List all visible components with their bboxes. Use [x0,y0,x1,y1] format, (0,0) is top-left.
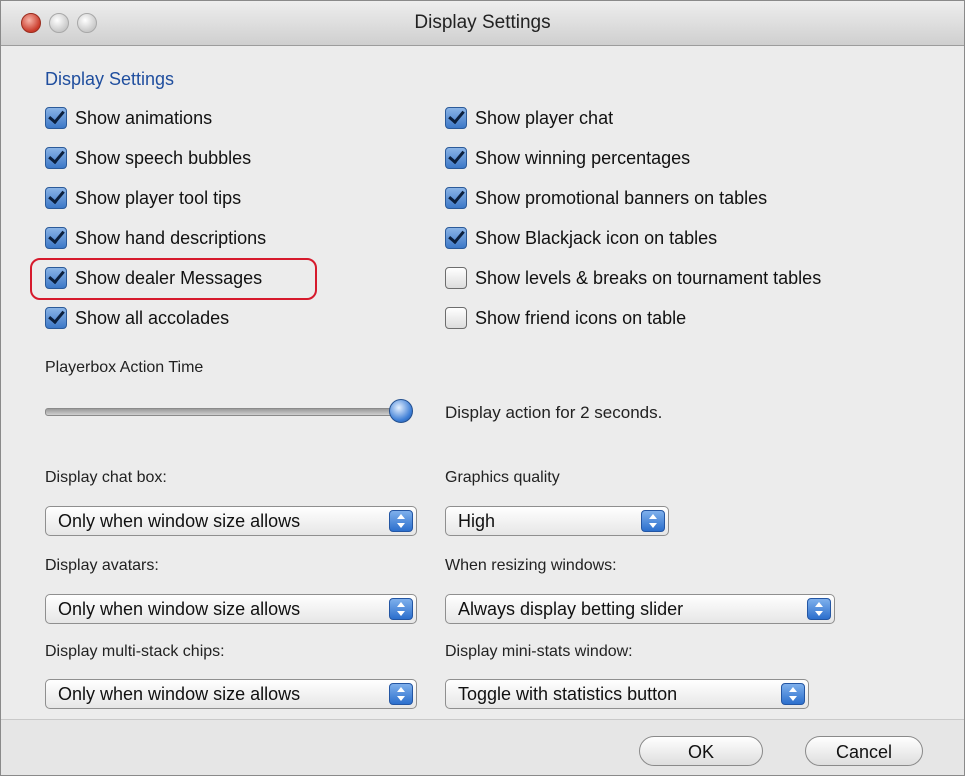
avatars-select[interactable]: Only when window size allows [45,594,417,624]
action-time-description: Display action for 2 seconds. [445,403,663,422]
select-arrows-icon[interactable] [389,510,413,532]
checkbox-label: Show levels & breaks on tournament table… [475,267,822,288]
checkbox-show-player-tool-tips[interactable]: Show player tool tips [45,184,241,212]
checkbox-label: Show all accolades [75,307,230,328]
avatars-label: Display avatars: [45,557,159,574]
checkbox-show-levels-breaks[interactable]: Show levels & breaks on tournament table… [445,264,821,292]
cancel-button[interactable]: Cancel [805,736,923,766]
checkbox-show-player-chat[interactable]: Show player chat [445,104,613,132]
graphics-quality-select[interactable]: High [445,506,669,536]
checkbox-icon[interactable] [45,227,67,249]
chat-box-select[interactable]: Only when window size allows [45,506,417,536]
checkbox-icon[interactable] [445,227,467,249]
checkbox-icon[interactable] [445,187,467,209]
select-arrows-icon[interactable] [781,683,805,705]
select-value: High [458,511,496,531]
checkbox-label: Show player chat [475,107,614,128]
checkbox-label: Show player tool tips [75,187,242,208]
mini-stats-label: Display mini-stats window: [445,643,633,660]
button-bar: OK Cancel [1,719,964,775]
action-time-label: Playerbox Action Time [45,359,204,376]
checkbox-label: Show hand descriptions [75,227,267,248]
section-title: Display Settings [45,69,175,89]
checkbox-icon[interactable] [445,107,467,129]
checkbox-show-speech-bubbles[interactable]: Show speech bubbles [45,144,251,172]
multi-stack-label: Display multi-stack chips: [45,643,225,660]
checkbox-icon[interactable] [445,307,467,329]
checkbox-icon[interactable] [45,187,67,209]
checkbox-icon[interactable] [45,147,67,169]
checkbox-label: Show speech bubbles [75,147,252,168]
chat-box-label: Display chat box: [45,469,167,486]
checkbox-show-animations[interactable]: Show animations [45,104,212,132]
select-value: Only when window size allows [58,511,301,531]
checkbox-label: Show animations [75,107,213,128]
checkbox-show-hand-descriptions[interactable]: Show hand descriptions [45,224,266,252]
checkbox-icon[interactable] [445,147,467,169]
select-arrows-icon[interactable] [389,683,413,705]
action-time-slider-knob[interactable] [389,399,413,423]
select-value: Only when window size allows [58,599,301,619]
highlight-outline [30,258,317,300]
checkbox-icon[interactable] [445,267,467,289]
checkbox-show-promotional-banners[interactable]: Show promotional banners on tables [445,184,767,212]
select-arrows-icon[interactable] [807,598,831,620]
resizing-select[interactable]: Always display betting slider [445,594,835,624]
checkbox-show-winning-percentages[interactable]: Show winning percentages [445,144,690,172]
checkbox-label: Show promotional banners on tables [475,187,768,208]
checkbox-label: Show Blackjack icon on tables [475,227,718,248]
action-time-slider-track[interactable] [45,408,402,416]
checkbox-icon[interactable] [45,107,67,129]
window-title: Display Settings [414,12,551,33]
select-value: Only when window size allows [58,684,301,704]
select-arrows-icon[interactable] [389,598,413,620]
resizing-label: When resizing windows: [445,557,617,574]
select-value: Toggle with statistics button [458,684,678,704]
mini-stats-select[interactable]: Toggle with statistics button [445,679,809,709]
checkbox-label: Show winning percentages [475,147,691,168]
ok-button[interactable]: OK [639,736,763,766]
checkbox-show-blackjack-icon[interactable]: Show Blackjack icon on tables [445,224,717,252]
checkbox-show-all-accolades[interactable]: Show all accolades [45,304,229,332]
select-arrows-icon[interactable] [641,510,665,532]
display-settings-window: Display Settings Display Settings Show a… [0,0,965,776]
title-bar: Display Settings [1,1,964,46]
checkbox-show-friend-icons[interactable]: Show friend icons on table [445,304,686,332]
multi-stack-select[interactable]: Only when window size allows [45,679,417,709]
select-value: Always display betting slider [458,599,684,619]
checkbox-label: Show friend icons on table [475,307,687,328]
graphics-quality-label: Graphics quality [445,469,560,486]
checkbox-icon[interactable] [45,307,67,329]
